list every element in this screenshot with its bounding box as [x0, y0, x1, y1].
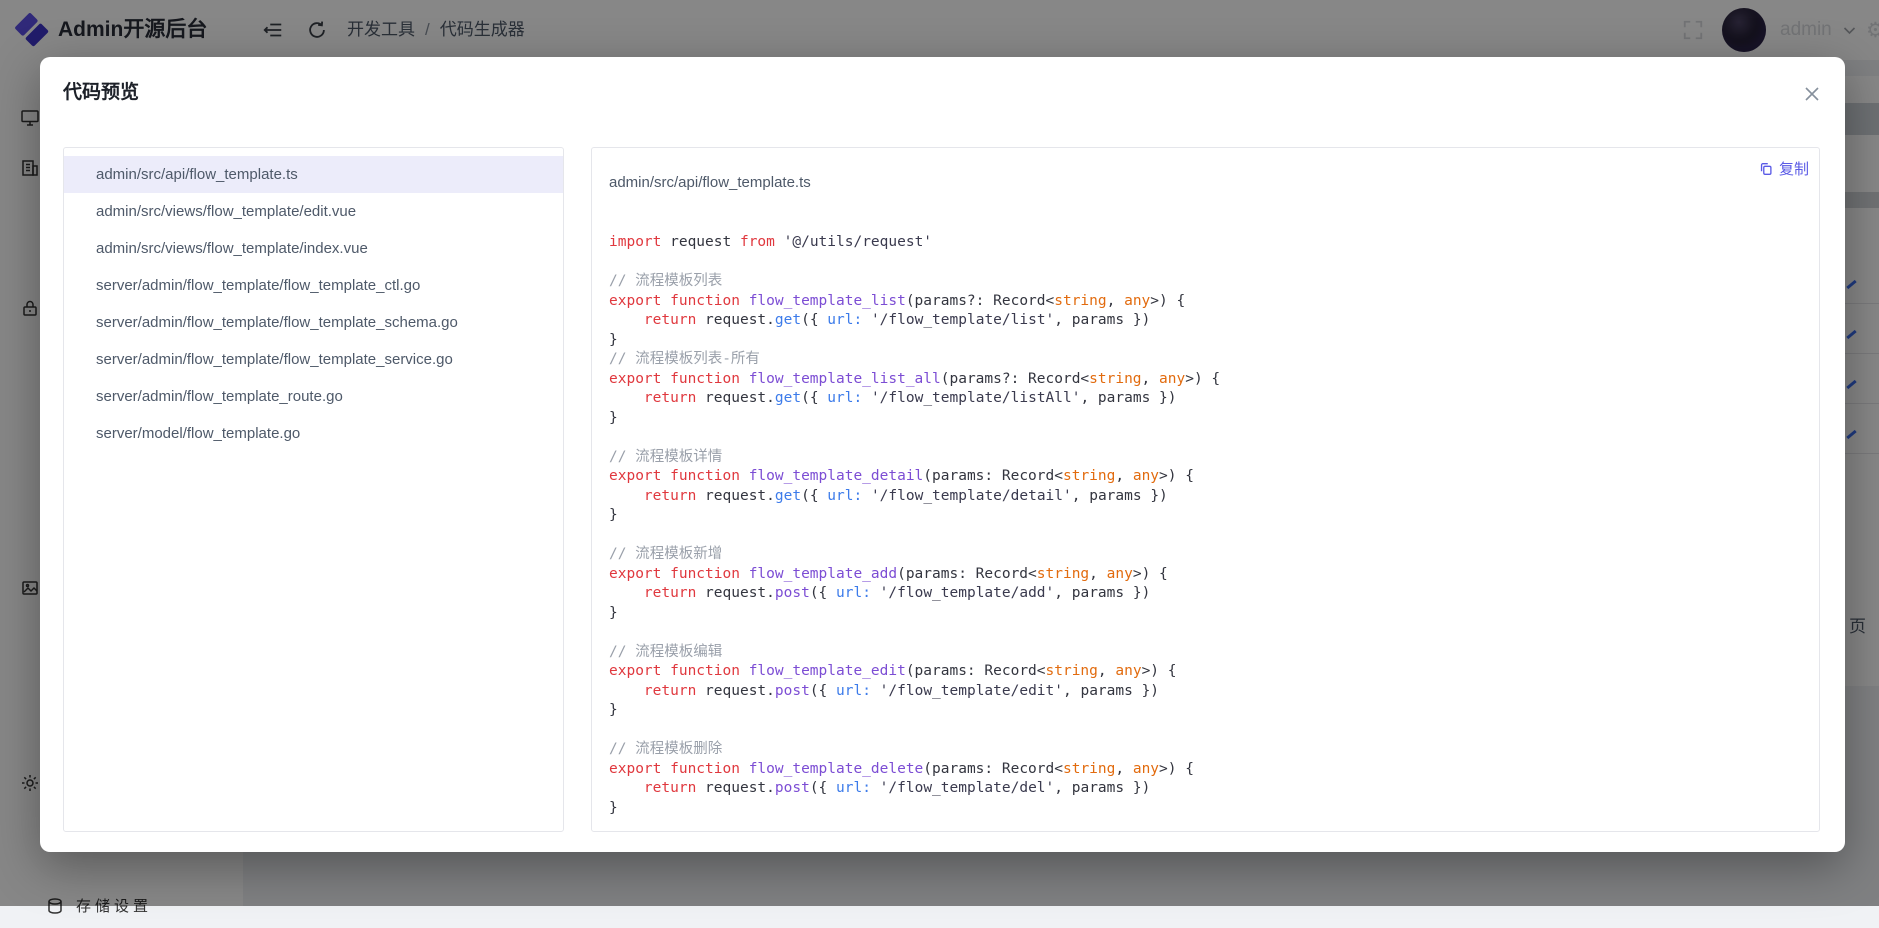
code-line: // 流程模板编辑 [609, 643, 1811, 663]
code-line: export function flow_template_edit(param… [609, 662, 1811, 682]
code-line: } [609, 506, 1811, 526]
code-line [609, 253, 1811, 273]
file-list-item[interactable]: server/admin/flow_template/flow_template… [64, 267, 563, 304]
code-line: // 流程模板列表 [609, 272, 1811, 292]
code-area: import request from '@/utils/request' //… [609, 233, 1811, 827]
code-preview-modal: 代码预览 admin/src/api/flow_template.tsadmin… [40, 57, 1845, 852]
code-line: } [609, 604, 1811, 624]
close-icon[interactable] [1803, 85, 1821, 103]
code-line: return request.post({ url: '/flow_templa… [609, 584, 1811, 604]
file-list-item[interactable]: server/admin/flow_template_route.go [64, 378, 563, 415]
code-line: export function flow_template_detail(par… [609, 467, 1811, 487]
code-line [609, 526, 1811, 546]
code-line: } [609, 799, 1811, 819]
file-list: admin/src/api/flow_template.tsadmin/src/… [63, 147, 564, 832]
copy-button[interactable]: 复制 [1758, 158, 1809, 179]
code-line: // 流程模板列表-所有 [609, 350, 1811, 370]
code-line: export function flow_template_list(param… [609, 292, 1811, 312]
file-list-item[interactable]: admin/src/views/flow_template/index.vue [64, 230, 563, 267]
code-line [609, 623, 1811, 643]
file-list-item[interactable]: server/model/flow_template.go [64, 415, 563, 452]
code-line: return request.get({ url: '/flow_templat… [609, 311, 1811, 331]
file-list-item[interactable]: server/admin/flow_template/flow_template… [64, 341, 563, 378]
code-line: return request.post({ url: '/flow_templa… [609, 682, 1811, 702]
file-list-item[interactable]: server/admin/flow_template/flow_template… [64, 304, 563, 341]
code-panel: 复制 admin/src/api/flow_template.ts import… [591, 147, 1820, 832]
file-list-item[interactable]: admin/src/api/flow_template.ts [64, 156, 563, 193]
code-file-title: admin/src/api/flow_template.ts [609, 174, 811, 191]
code-line: // 流程模板详情 [609, 448, 1811, 468]
code-line [609, 428, 1811, 448]
code-line: // 流程模板新增 [609, 545, 1811, 565]
file-list-item[interactable]: admin/src/views/flow_template/edit.vue [64, 193, 563, 230]
code-line [609, 721, 1811, 741]
code-line: export function flow_template_list_all(p… [609, 370, 1811, 390]
code-line: return request.post({ url: '/flow_templa… [609, 779, 1811, 799]
code-line: return request.get({ url: '/flow_templat… [609, 487, 1811, 507]
code-line: import request from '@/utils/request' [609, 233, 1811, 253]
code-line: export function flow_template_delete(par… [609, 760, 1811, 780]
code-line: export function flow_template_add(params… [609, 565, 1811, 585]
modal-title: 代码预览 [63, 77, 139, 104]
copy-icon [1758, 161, 1774, 177]
code-line: // 流程模板删除 [609, 740, 1811, 760]
code-line: } [609, 331, 1811, 351]
code-line: } [609, 701, 1811, 721]
code-line: } [609, 409, 1811, 429]
code-line: return request.get({ url: '/flow_templat… [609, 389, 1811, 409]
copy-label: 复制 [1779, 158, 1809, 179]
